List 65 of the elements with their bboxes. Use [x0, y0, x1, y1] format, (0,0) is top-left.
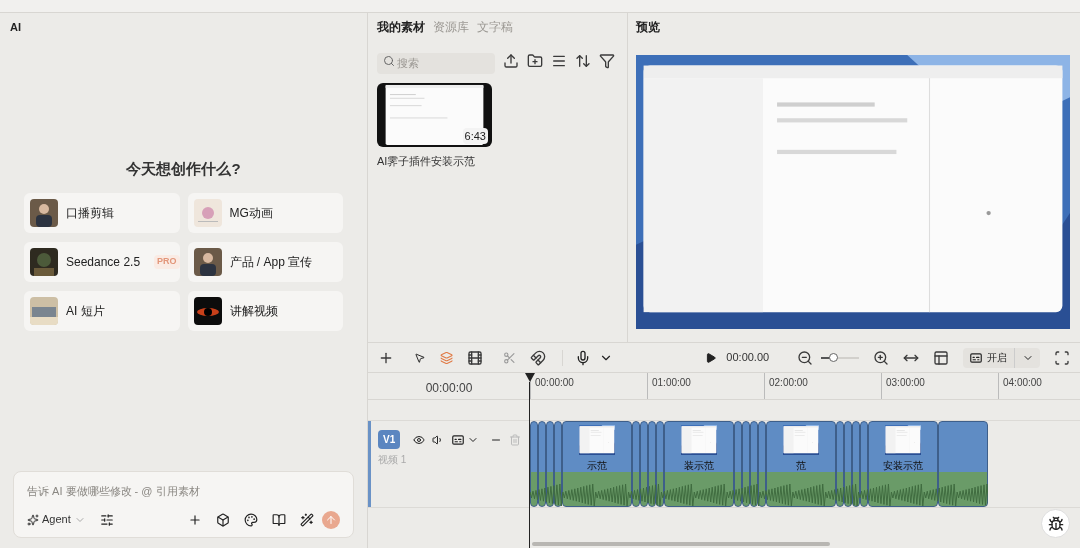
zoom-in-icon[interactable]	[873, 349, 889, 366]
bug-icon	[1047, 515, 1064, 532]
sort-icon[interactable]	[575, 52, 591, 69]
agent-dropdown[interactable]: Agent	[27, 511, 86, 528]
template-card[interactable]: AI 短片	[24, 291, 180, 331]
captions-icon[interactable]	[451, 432, 466, 447]
clip-label: 范	[796, 459, 806, 473]
filter-icon[interactable]	[599, 52, 615, 69]
heading: 今天想创作什么?	[126, 158, 241, 179]
ruler-label: 02:00:00	[764, 373, 881, 399]
zoom-slider[interactable]	[821, 356, 859, 359]
wand-icon[interactable]	[300, 512, 314, 527]
zoom-out-icon[interactable]	[797, 349, 814, 366]
record-control[interactable]	[561, 349, 613, 366]
search-icon	[383, 55, 395, 67]
video-clip[interactable]	[648, 421, 656, 507]
palette-icon[interactable]	[244, 512, 258, 527]
upload-icon[interactable]	[503, 52, 519, 69]
book-icon[interactable]	[272, 512, 286, 527]
track-badge: V1	[378, 430, 401, 449]
new-folder-icon[interactable]	[527, 52, 543, 69]
panel-title: AI	[9, 20, 22, 35]
panel-title: 预览	[636, 19, 661, 36]
arrow-up-icon	[325, 513, 337, 526]
captions-button[interactable]: 开启	[963, 347, 1040, 368]
template-card[interactable]: 讲解视频	[187, 291, 343, 331]
template-card[interactable]: 产品 / App 宣传	[187, 242, 343, 282]
settings-icon[interactable]	[99, 512, 114, 527]
ruler-label: 04:00:00	[998, 373, 1080, 399]
search-field[interactable]: 搜索	[377, 52, 495, 74]
sparkles-icon	[27, 513, 39, 526]
template-card[interactable]: MG动画	[187, 193, 343, 233]
template-card[interactable]: 口播剪辑	[24, 193, 180, 233]
media-tab[interactable]: 我的素材	[377, 18, 425, 36]
media-name: AI霁子插件安装示范	[377, 154, 477, 169]
play-icon[interactable]	[704, 350, 717, 365]
clip-label: 安装示范	[883, 459, 923, 473]
clip-label: 装示范	[684, 459, 714, 473]
film-icon[interactable]	[466, 349, 483, 366]
ruler-label: 01:00:00	[647, 373, 764, 399]
template-card[interactable]: Seedance 2.5 PRO	[24, 242, 180, 282]
prompt-field[interactable]: 告诉 AI 要做哪些修改 - @ 引用素材	[27, 483, 340, 500]
current-time: 00:00.00	[726, 350, 770, 366]
pro-badge: PRO	[154, 255, 180, 269]
video-clip[interactable]	[836, 421, 844, 507]
playhead[interactable]	[524, 373, 535, 548]
captions-icon	[969, 350, 983, 365]
fullscreen-icon[interactable]	[1054, 349, 1070, 366]
media-thumbnail[interactable]: 6:43	[377, 83, 492, 147]
cube-icon[interactable]	[216, 512, 230, 527]
timecode: 00:00:00	[424, 380, 474, 397]
video-clip[interactable]	[546, 421, 554, 507]
bug-button[interactable]	[1041, 509, 1070, 538]
scrollbar[interactable]	[532, 542, 830, 546]
video-clip[interactable]	[734, 421, 742, 507]
visibility-icon[interactable]	[413, 433, 426, 446]
video-clip[interactable]	[640, 421, 648, 507]
clip-label: 示范	[587, 459, 607, 473]
video-clip[interactable]	[860, 421, 868, 507]
ruler-label: 03:00:00	[881, 373, 998, 399]
layout-icon[interactable]	[933, 349, 949, 366]
video-clip[interactable]	[742, 421, 750, 507]
video-clip[interactable]	[758, 421, 766, 507]
add-icon[interactable]	[188, 512, 202, 527]
magnet-icon[interactable]	[529, 349, 546, 366]
